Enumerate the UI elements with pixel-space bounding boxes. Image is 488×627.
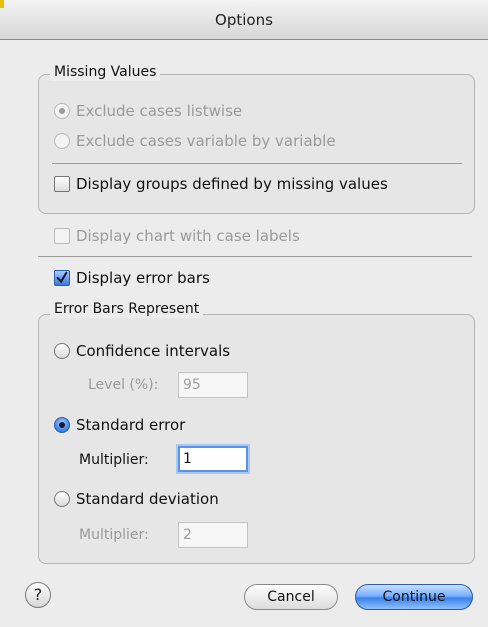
standard-error-label: Standard error bbox=[76, 416, 186, 434]
radio-indicator bbox=[54, 343, 70, 359]
window-corner-mark bbox=[0, 0, 4, 8]
case-labels-label: Display chart with case labels bbox=[76, 227, 300, 245]
display-groups-checkbox[interactable]: Display groups defined by missing values bbox=[54, 175, 388, 193]
checkbox-box bbox=[54, 228, 70, 244]
checkbox-box bbox=[54, 176, 70, 192]
case-labels-checkbox[interactable]: Display chart with case labels bbox=[54, 227, 300, 245]
continue-button[interactable]: Continue bbox=[355, 584, 473, 610]
standard-error-radio[interactable]: Standard error bbox=[54, 416, 185, 434]
radio-indicator bbox=[54, 133, 70, 149]
exclude-listwise-label: Exclude cases listwise bbox=[76, 102, 243, 120]
standard-deviation-radio[interactable]: Standard deviation bbox=[54, 490, 219, 508]
standard-deviation-multiplier-field[interactable]: 2 bbox=[178, 522, 248, 548]
confidence-intervals-radio[interactable]: Confidence intervals bbox=[54, 342, 230, 360]
cancel-button[interactable]: Cancel bbox=[244, 584, 338, 610]
level-field[interactable]: 95 bbox=[178, 372, 248, 398]
missing-values-separator bbox=[52, 163, 462, 164]
standard-deviation-label: Standard deviation bbox=[76, 490, 219, 508]
display-groups-label: Display groups defined by missing values bbox=[76, 175, 388, 193]
exclude-variable-radio[interactable]: Exclude cases variable by variable bbox=[54, 132, 336, 150]
checkbox-box bbox=[54, 270, 70, 286]
help-button[interactable]: ? bbox=[25, 582, 51, 608]
title-bar: Options bbox=[0, 0, 488, 40]
error-bars-represent-legend: Error Bars Represent bbox=[50, 300, 204, 318]
standard-deviation-multiplier-label: Multiplier: bbox=[79, 527, 149, 543]
exclude-variable-label: Exclude cases variable by variable bbox=[76, 132, 336, 150]
window-title: Options bbox=[215, 11, 273, 29]
radio-indicator bbox=[54, 417, 70, 433]
checkmark-icon bbox=[56, 271, 68, 284]
missing-values-legend: Missing Values bbox=[50, 63, 161, 81]
confidence-intervals-label: Confidence intervals bbox=[76, 342, 231, 360]
display-error-bars-label: Display error bars bbox=[76, 269, 210, 287]
exclude-listwise-radio[interactable]: Exclude cases listwise bbox=[54, 102, 242, 120]
standard-error-multiplier-field[interactable]: 1 bbox=[178, 446, 248, 472]
section-separator bbox=[38, 256, 472, 257]
level-label: Level (%): bbox=[88, 377, 159, 393]
display-error-bars-checkbox[interactable]: Display error bars bbox=[54, 269, 210, 287]
standard-error-multiplier-label: Multiplier: bbox=[79, 452, 149, 468]
radio-indicator bbox=[54, 491, 70, 507]
radio-indicator bbox=[54, 103, 70, 119]
